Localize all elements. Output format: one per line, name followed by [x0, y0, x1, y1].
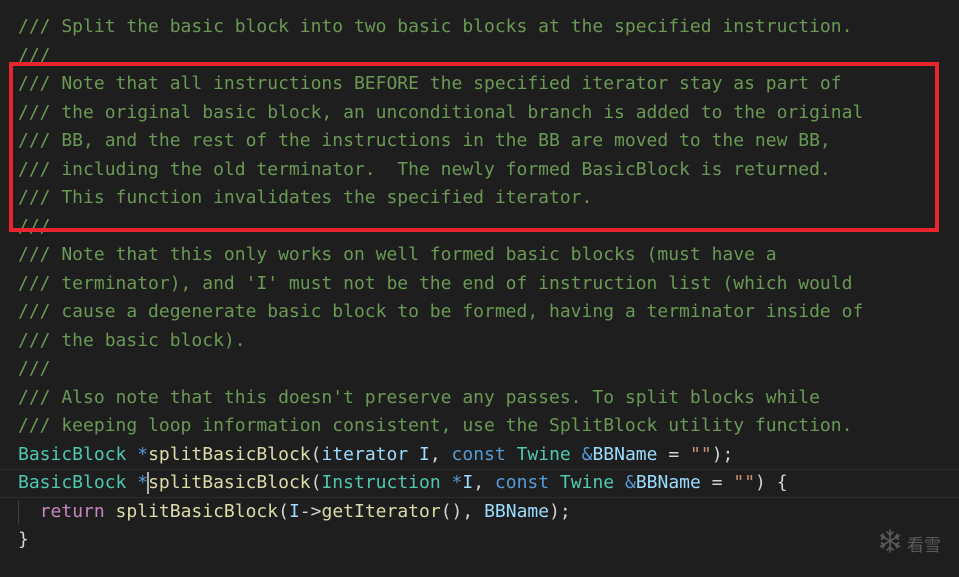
- watermark-text: 看雪: [907, 536, 941, 556]
- comment-line: /// Note that all instructions BEFORE th…: [18, 73, 842, 94]
- comment-line: /// the original basic block, an uncondi…: [18, 101, 864, 123]
- comment-line: /// including the old terminator. The ne…: [18, 158, 831, 180]
- comment-line: ///: [18, 215, 51, 237]
- default-string: "": [690, 443, 712, 465]
- default-string: "": [733, 472, 756, 493]
- comment-line: /// cause a degenerate basic block to be…: [18, 301, 864, 322]
- declaration-instruction-overload: BasicBlock *splitBasicBlock(Instruction …: [0, 469, 959, 498]
- function-name: splitBasicBlock: [148, 443, 311, 465]
- comment-line: /// This function invalidates the specif…: [18, 187, 593, 208]
- watermark: 看雪: [877, 528, 941, 559]
- comment-line: /// terminator), and 'I' must not be the…: [18, 272, 853, 294]
- comment-line: ///: [18, 44, 51, 66]
- return-keyword: return: [39, 500, 105, 522]
- const-keyword: const: [451, 443, 506, 465]
- comment-line: /// Note that this only works on well fo…: [18, 244, 777, 265]
- param-type: Instruction: [321, 472, 441, 493]
- comment-line: /// Split the basic block into two basic…: [18, 16, 853, 37]
- comment-line: /// the basic block).: [18, 329, 246, 351]
- indent-guide: [18, 500, 19, 524]
- snowflake-icon: [877, 528, 903, 559]
- return-type: BasicBlock: [18, 443, 127, 465]
- function-body-line: return splitBasicBlock(I->getIterator(),…: [0, 498, 959, 527]
- comment-line: ///: [18, 358, 51, 379]
- param-type: iterator: [321, 443, 409, 465]
- comment-line: /// Also note that this doesn't preserve…: [18, 386, 820, 408]
- declaration-iterator-overload: BasicBlock *splitBasicBlock(iterator I, …: [18, 443, 734, 465]
- closing-brace-line: }: [18, 529, 29, 550]
- return-type: BasicBlock: [18, 472, 127, 493]
- const-keyword: const: [494, 472, 550, 493]
- comment-line: /// BB, and the rest of the instructions…: [18, 130, 831, 151]
- code-editor[interactable]: /// Split the basic block into two basic…: [0, 13, 959, 555]
- function-name: splitBasicBlock: [148, 472, 311, 493]
- comment-line: /// keeping loop information consistent,…: [18, 415, 853, 436]
